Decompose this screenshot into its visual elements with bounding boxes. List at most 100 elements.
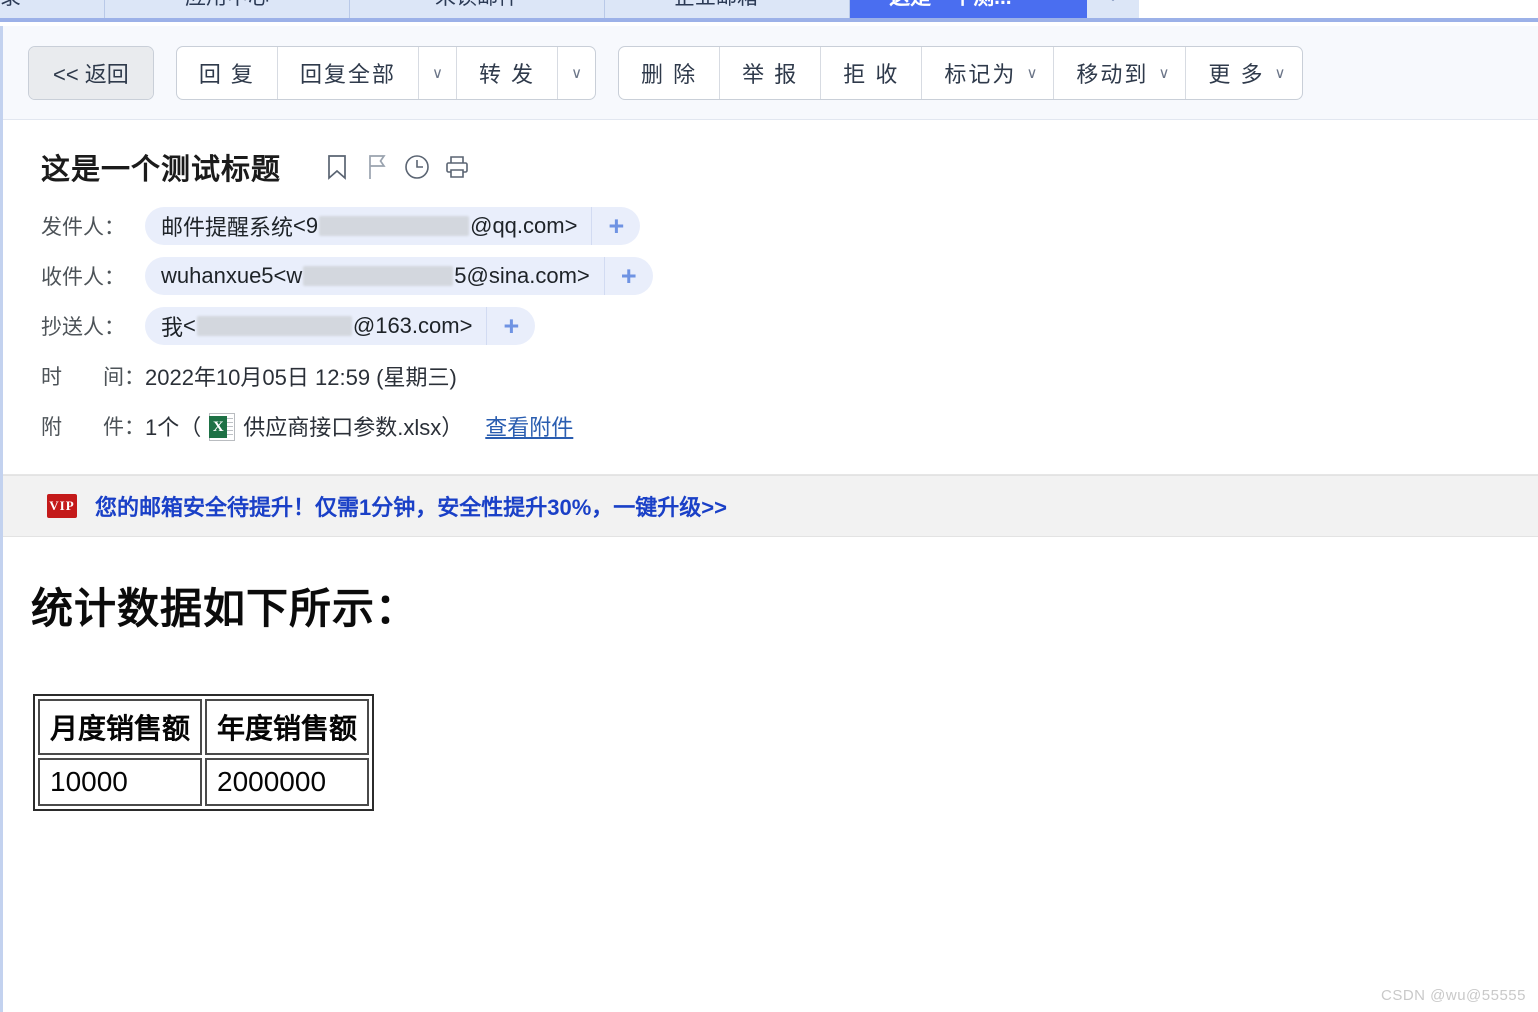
column-header-monthly-sales: 月度销售额 xyxy=(38,699,203,755)
back-button[interactable]: << 返回 xyxy=(29,46,153,99)
excel-x-letter: X xyxy=(209,416,228,438)
reply-button[interactable]: 回 复 xyxy=(177,46,278,99)
print-icon[interactable] xyxy=(437,150,477,184)
time-label-a: 时 xyxy=(41,366,62,389)
close-icon[interactable]: ✕ xyxy=(1034,0,1048,6)
redacted-block xyxy=(319,216,470,236)
chevron-down-icon: ∨ xyxy=(1274,64,1288,82)
tab-label: 这是一个测... xyxy=(889,0,1012,11)
sender-name: 邮件提醒系统 xyxy=(161,215,294,240)
attachment-label-a: 附 xyxy=(41,416,62,439)
add-sender-contact-button[interactable]: + xyxy=(591,207,640,245)
vip-upgrade-banner[interactable]: VIP 您的邮箱安全待提升！仅需1分钟，安全性提升30%，一键升级>> xyxy=(3,475,1538,537)
mark-as-label: 标记为 xyxy=(944,61,1017,87)
view-attachment-link[interactable]: 查看附件 xyxy=(485,415,573,440)
tab-label: 应用中心 xyxy=(185,0,269,11)
tab-label: 录 xyxy=(0,0,21,11)
time-label-b: 间： xyxy=(103,366,145,389)
forward-button[interactable]: 转 发 xyxy=(457,46,559,99)
bookmark-icon[interactable] xyxy=(317,150,357,184)
table-row: 10000 2000000 xyxy=(38,758,370,806)
move-to-button[interactable]: 移动到 ∨ xyxy=(1054,46,1187,99)
sender-value: 邮件提醒系统 <9 @qq.com> xyxy=(145,210,591,242)
mail-panel: << 返回 回 复 回复全部 ∨ 转 发 ∨ 删 除 举 报 拒 收 标记为 ∨… xyxy=(0,26,1538,1012)
more-label: 更 多 xyxy=(1208,61,1265,87)
more-button[interactable]: 更 多 ∨ xyxy=(1186,47,1301,99)
attachment-tail: ） xyxy=(441,415,464,440)
tab-bar-empty-space xyxy=(1139,0,1538,18)
cc-prefix: < xyxy=(183,313,196,338)
recipient-prefix: <w xyxy=(273,263,303,288)
tab-enterprise-mail[interactable]: 企业邮箱 ✕ xyxy=(605,0,850,18)
vip-banner-text[interactable]: 您的邮箱安全待提升！仅需1分钟，安全性提升30%，一键升级>> xyxy=(95,490,727,522)
attachment-label-b: 件： xyxy=(103,416,145,439)
tab-unread-mail[interactable]: 未读邮件 xyxy=(350,0,605,18)
report-button[interactable]: 举 报 xyxy=(720,46,822,99)
move-to-label: 移动到 xyxy=(1076,61,1149,87)
tab-contacts[interactable]: 录 xyxy=(0,0,105,18)
attachment-count: 1个（ xyxy=(145,415,202,440)
sender-row: 发件人： 邮件提醒系统 <9 @qq.com> + xyxy=(41,206,1538,246)
column-header-annual-sales: 年度销售额 xyxy=(205,699,370,755)
cc-row: 抄送人： 我 < @163.com> + xyxy=(41,306,1538,346)
add-cc-contact-button[interactable]: + xyxy=(486,307,535,345)
attachment-file-name[interactable]: 供应商接口参数.xlsx xyxy=(243,415,441,440)
mail-toolbar: << 返回 回 复 回复全部 ∨ 转 发 ∨ 删 除 举 报 拒 收 标记为 ∨… xyxy=(3,26,1538,120)
flag-icon[interactable] xyxy=(357,150,397,184)
attachment-value: 1个（ X 供应商接口参数.xlsx） 查看附件 xyxy=(145,410,573,442)
redacted-block xyxy=(303,266,454,286)
time-value: 2022年10月05日 12:59 (星期三) xyxy=(145,365,457,390)
add-recipient-contact-button[interactable]: + xyxy=(603,257,653,295)
watermark: CSDN @wu@55555 xyxy=(1380,987,1526,1004)
chevron-down-icon: ∨ xyxy=(1026,64,1040,82)
body-heading: 统计数据如下所示： xyxy=(31,585,419,632)
table-header-row: 月度销售额 年度销售额 xyxy=(38,699,370,755)
reject-button[interactable]: 拒 收 xyxy=(821,46,923,99)
sender-pill[interactable]: 邮件提醒系统 <9 @qq.com> + xyxy=(145,207,641,245)
reply-dropdown-chevron-down-icon[interactable]: ∨ xyxy=(419,46,457,99)
recipient-pill[interactable]: wuhanxue5 <w 5@sina.com> + xyxy=(145,257,653,295)
back-button-group: << 返回 xyxy=(28,45,154,100)
tab-label: 企业邮箱 xyxy=(674,0,758,11)
cc-pill[interactable]: 我 < @163.com> + xyxy=(145,307,536,345)
tab-app-center[interactable]: 应用中心 xyxy=(105,0,350,18)
attachment-row: 附 件： 1个（ X 供应商接口参数.xlsx） 查看附件 xyxy=(41,406,1538,446)
recipient-value: wuhanxue5 <w 5@sina.com> xyxy=(145,263,604,289)
chevron-down-icon: ∨ xyxy=(1108,0,1119,5)
cc-name: 我 xyxy=(161,315,184,340)
tab-overflow-chevron-down-icon[interactable]: ∨ xyxy=(1087,0,1139,18)
sales-stats-table: 月度销售额 年度销售额 10000 2000000 xyxy=(33,694,375,811)
cc-suffix: @163.com> xyxy=(352,313,473,338)
redacted-block xyxy=(196,316,352,336)
attachment-label: 附 件： xyxy=(41,411,145,441)
mail-header: 这是一个测试标题 发件人： 邮件提醒系统 <9 @qq.com> + 收件人： … xyxy=(3,120,1538,475)
page-title: 这是一个测试标题 xyxy=(41,154,282,186)
reply-all-button[interactable]: 回复全部 xyxy=(278,46,419,99)
recipient-label: 收件人： xyxy=(41,266,125,289)
reply-button-group: 回 复 回复全部 ∨ 转 发 ∨ xyxy=(175,45,597,100)
recipient-name: wuhanxue5 xyxy=(161,263,274,288)
cc-label: 抄送人： xyxy=(41,316,125,339)
excel-file-icon: X xyxy=(209,413,236,441)
actions-button-group: 删 除 举 报 拒 收 标记为 ∨ 移动到 ∨ 更 多 ∨ xyxy=(618,45,1303,100)
sender-suffix: @qq.com> xyxy=(470,213,578,238)
chevron-down-icon: ∨ xyxy=(1158,64,1172,82)
sender-label: 发件人： xyxy=(41,216,125,239)
delete-button[interactable]: 删 除 xyxy=(619,46,721,99)
mark-as-button[interactable]: 标记为 ∨ xyxy=(922,46,1055,99)
mail-body: 统计数据如下所示： 月度销售额 年度销售额 10000 2000000 xyxy=(3,537,1538,811)
tab-current-mail[interactable]: 这是一个测... ✕ xyxy=(850,0,1087,18)
tab-label: 未读邮件 xyxy=(435,0,519,11)
sender-prefix: <9 xyxy=(293,213,319,238)
recipient-suffix: 5@sina.com> xyxy=(454,263,590,288)
email-detail-screen: 录 应用中心 未读邮件 企业邮箱 ✕ 这是一个测... ✕ ∨ << 返回 xyxy=(0,0,1538,1012)
time-label: 时 间： xyxy=(41,361,145,391)
forward-dropdown-chevron-down-icon[interactable]: ∨ xyxy=(558,47,595,99)
cell-monthly-sales: 10000 xyxy=(38,758,203,806)
close-icon[interactable]: ✕ xyxy=(766,0,780,6)
cell-annual-sales: 2000000 xyxy=(205,758,370,806)
time-row: 时 间： 2022年10月05日 12:59 (星期三) xyxy=(41,356,1538,396)
clock-icon[interactable] xyxy=(397,150,437,184)
browser-tab-bar: 录 应用中心 未读邮件 企业邮箱 ✕ 这是一个测... ✕ ∨ xyxy=(0,0,1538,22)
recipient-row: 收件人： wuhanxue5 <w 5@sina.com> + xyxy=(41,256,1538,296)
